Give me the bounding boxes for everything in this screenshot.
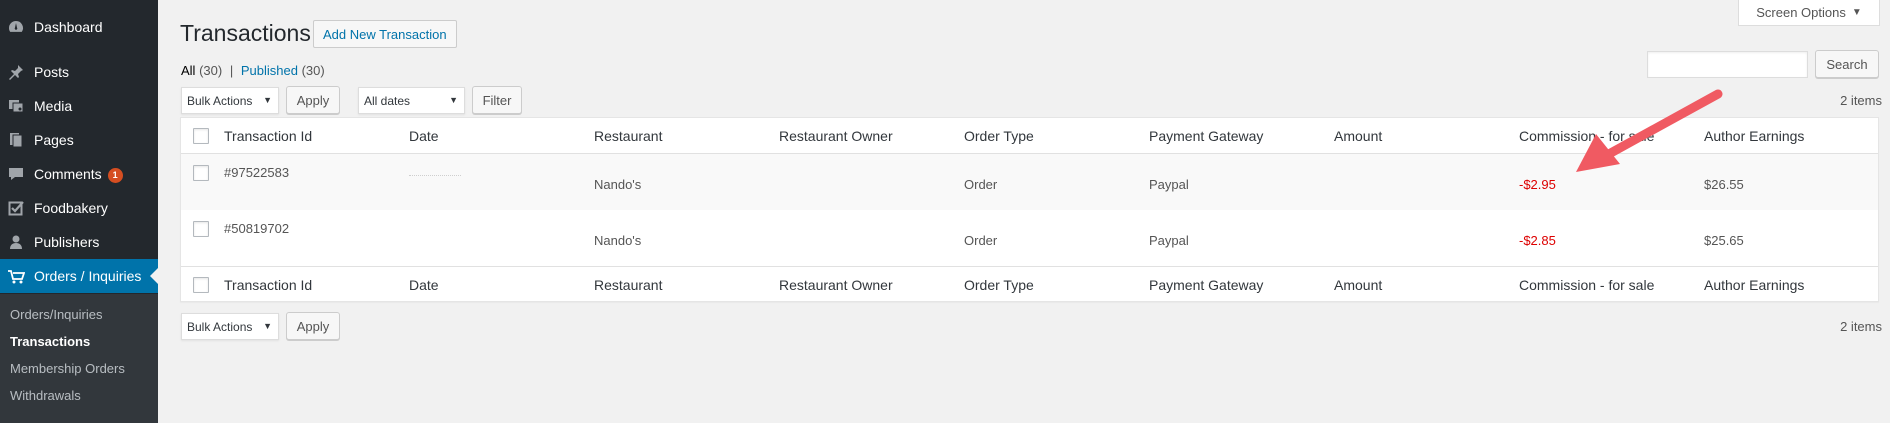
filter-published-count: (30) [301, 63, 325, 78]
col-footer-order-type: Order Type [964, 277, 1034, 293]
admin-sidebar: Dashboard Posts Media Pages Comments 1 Fo… [0, 0, 158, 423]
pages-icon [7, 131, 25, 149]
submenu-item-transactions[interactable]: Transactions [10, 334, 90, 349]
date-filter-value: All dates [364, 93, 411, 108]
search-input[interactable] [1647, 51, 1808, 78]
payment-gateway: Paypal [1149, 177, 1189, 192]
transaction-id[interactable]: #50819702 [224, 221, 289, 236]
author-earnings: $26.55 [1704, 177, 1744, 192]
status-filter-links: All (30) | Published (30) [181, 63, 325, 78]
col-footer-restaurant: Restaurant [594, 277, 663, 293]
sidebar-item-foodbakery[interactable]: Foodbakery [0, 191, 158, 225]
col-header-transaction-id[interactable]: Transaction Id [224, 128, 312, 144]
apply-button-top[interactable]: Apply [286, 86, 340, 114]
bulk-actions-value: Bulk Actions [187, 93, 253, 108]
col-header-restaurant: Restaurant [594, 128, 663, 144]
col-footer-restaurant-owner: Restaurant Owner [779, 277, 893, 293]
media-icon [7, 97, 25, 115]
col-footer-amount: Amount [1334, 277, 1383, 293]
add-new-transaction-button[interactable]: Add New Transaction [313, 20, 457, 48]
filter-separator: | [229, 63, 234, 78]
orders-submenu: Orders/Inquiries Transactions Membership… [0, 294, 158, 423]
commission: -$2.85 [1519, 233, 1556, 248]
sidebar-item-label: Posts [34, 64, 70, 80]
cart-icon [7, 267, 25, 285]
sidebar-item-comments[interactable]: Comments 1 [0, 157, 158, 191]
select-all-checkbox-footer[interactable] [193, 277, 209, 293]
col-header-order-type: Order Type [964, 128, 1034, 144]
sidebar-item-pages[interactable]: Pages [0, 123, 158, 157]
items-count-top: 2 items [1840, 93, 1882, 108]
date-value-blurred [409, 175, 461, 179]
col-header-restaurant-owner: Restaurant Owner [779, 128, 893, 144]
order-type: Order [964, 177, 998, 192]
dashboard-icon [7, 18, 25, 36]
row-checkbox[interactable] [193, 221, 209, 237]
col-header-payment-gateway: Payment Gateway [1149, 128, 1264, 144]
sidebar-item-orders-inquiries[interactable]: Orders / Inquiries [0, 259, 158, 293]
filter-button[interactable]: Filter [472, 86, 522, 114]
col-footer-transaction-id[interactable]: Transaction Id [224, 277, 312, 293]
sidebar-item-label: Comments [34, 166, 102, 182]
transaction-id[interactable]: #97522583 [224, 165, 289, 180]
dropdown-arrow-icon: ▼ [263, 321, 272, 331]
sidebar-item-publishers[interactable]: Publishers [0, 225, 158, 259]
author-earnings: $25.65 [1704, 233, 1744, 248]
order-type: Order [964, 233, 998, 248]
sidebar-item-label: Media [34, 98, 73, 114]
col-footer-commission: Commission - for sale [1519, 277, 1655, 293]
table-row: #97522583 Nando's Order Paypal -$2.95 $2… [181, 154, 1878, 210]
filter-published-link[interactable]: Published [241, 63, 298, 78]
items-count-bottom: 2 items [1840, 319, 1882, 334]
sidebar-item-label: Foodbakery [34, 200, 108, 216]
table-row: #50819702 Nando's Order Paypal -$2.85 $2… [181, 210, 1878, 266]
sidebar-item-dashboard[interactable]: Dashboard [0, 10, 158, 44]
col-footer-payment-gateway: Payment Gateway [1149, 277, 1264, 293]
screen-options-label: Screen Options [1756, 5, 1846, 20]
sidebar-item-label: Publishers [34, 234, 100, 250]
date-filter-select[interactable]: All dates ▼ [358, 87, 465, 114]
comments-count-badge: 1 [107, 168, 123, 183]
table-footer-row: Transaction Id Date Restaurant Restauran… [181, 266, 1878, 301]
submenu-item-membership-orders[interactable]: Membership Orders [10, 361, 125, 376]
col-footer-author-earnings: Author Earnings [1704, 277, 1805, 293]
row-checkbox[interactable] [193, 165, 209, 181]
screen-options-button[interactable]: Screen Options ▼ [1738, 0, 1880, 26]
checkbox-icon [7, 199, 25, 217]
bulk-actions-select-top[interactable]: Bulk Actions ▼ [181, 87, 279, 114]
sidebar-item-media[interactable]: Media [0, 89, 158, 123]
restaurant: Nando's [594, 233, 642, 248]
col-header-author-earnings: Author Earnings [1704, 128, 1805, 144]
comments-icon [7, 165, 25, 183]
sidebar-item-label-wrap: Comments 1 [34, 166, 123, 184]
bulk-actions-select-bottom[interactable]: Bulk Actions ▼ [181, 313, 279, 340]
apply-button-bottom[interactable]: Apply [286, 312, 340, 340]
filter-all-count: (30) [199, 63, 223, 78]
commission: -$2.95 [1519, 177, 1556, 192]
users-icon [7, 233, 25, 251]
filter-all-link[interactable]: All [181, 63, 195, 78]
sidebar-item-posts[interactable]: Posts [0, 55, 158, 89]
transactions-table: Transaction Id Date Restaurant Restauran… [180, 117, 1879, 302]
pin-icon [7, 63, 25, 81]
dropdown-arrow-icon: ▼ [263, 95, 272, 105]
select-all-checkbox[interactable] [193, 128, 209, 144]
payment-gateway: Paypal [1149, 233, 1189, 248]
dropdown-arrow-icon: ▼ [449, 95, 458, 105]
restaurant: Nando's [594, 177, 642, 192]
col-header-commission: Commission - for sale [1519, 128, 1655, 144]
bulk-actions-value: Bulk Actions [187, 319, 253, 334]
sidebar-item-label: Dashboard [34, 19, 103, 35]
sidebar-item-label: Pages [34, 132, 74, 148]
caret-down-icon: ▼ [1851, 7, 1862, 18]
col-header-date[interactable]: Date [409, 128, 439, 144]
submenu-item-withdrawals[interactable]: Withdrawals [10, 388, 81, 403]
sidebar-item-label: Orders / Inquiries [34, 268, 142, 284]
search-button[interactable]: Search [1815, 50, 1879, 78]
col-footer-date[interactable]: Date [409, 277, 439, 293]
page-title: Transactions [180, 20, 311, 46]
submenu-item-orders-inquiries[interactable]: Orders/Inquiries [10, 307, 102, 322]
table-header-row: Transaction Id Date Restaurant Restauran… [181, 118, 1878, 154]
col-header-amount: Amount [1334, 128, 1383, 144]
